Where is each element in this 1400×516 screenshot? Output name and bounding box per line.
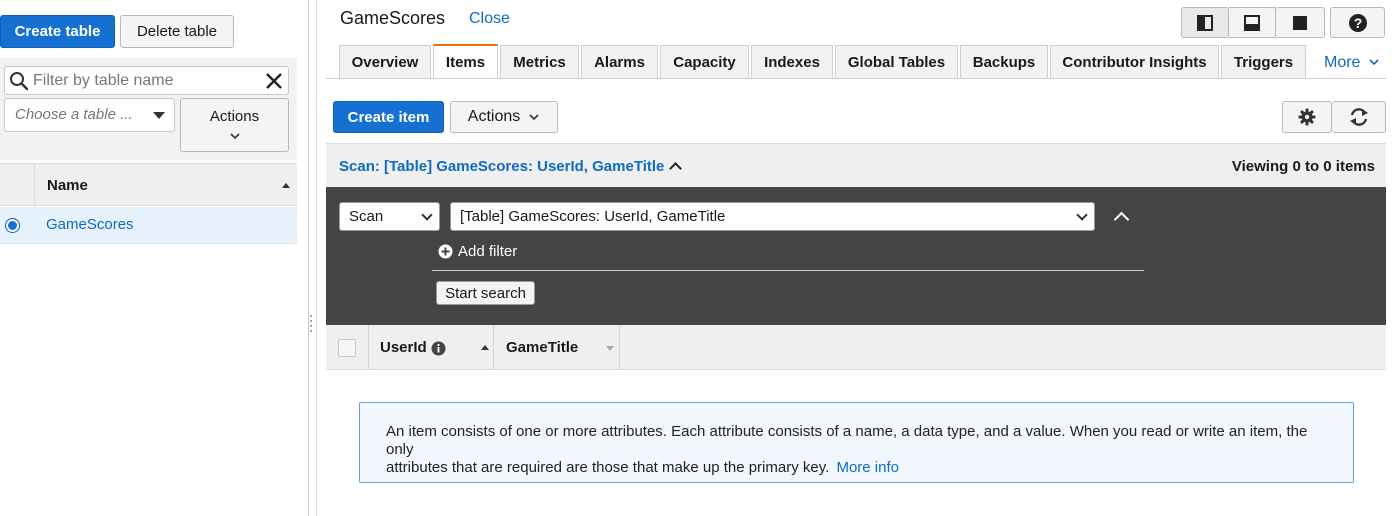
item-actions-button[interactable]: Actions bbox=[450, 101, 558, 133]
chevron-down-icon bbox=[1369, 59, 1379, 66]
tab-triggers[interactable]: Triggers bbox=[1221, 45, 1306, 78]
start-search-button[interactable]: Start search bbox=[436, 281, 535, 305]
panel-divider-shadow bbox=[316, 0, 317, 516]
row-radio[interactable] bbox=[5, 218, 20, 233]
info-text-line1: An item consists of one or more attribut… bbox=[386, 423, 1308, 458]
plus-circle-icon bbox=[438, 244, 453, 259]
tab-alarms[interactable]: Alarms bbox=[581, 45, 658, 78]
scan-panel: Scan [Table] GameScores: UserId, GameTit… bbox=[326, 187, 1386, 325]
table-row[interactable]: GameScores bbox=[0, 207, 297, 244]
tab-baseline bbox=[326, 78, 1386, 79]
search-icon bbox=[10, 72, 29, 91]
gametitle-column-header[interactable]: GameTitle bbox=[506, 339, 578, 356]
add-filter-label: Add filter bbox=[458, 243, 518, 260]
viewing-count: Viewing 0 to 0 items bbox=[1231, 158, 1375, 175]
tab-more-label: More bbox=[1324, 54, 1361, 71]
refresh-button[interactable] bbox=[1332, 101, 1386, 133]
item-actions-label: Actions bbox=[467, 108, 521, 125]
table-select[interactable]: Choose a table ... bbox=[4, 98, 175, 132]
table-list-header: Name bbox=[0, 163, 297, 206]
table-actions-label: Actions bbox=[209, 107, 260, 125]
userid-column-header[interactable]: UserId bbox=[380, 339, 427, 356]
sort-descending-icon[interactable] bbox=[605, 345, 615, 351]
help-icon: ? bbox=[1348, 13, 1367, 32]
scan-target-select[interactable]: [Table] GameScores: UserId, GameTitle bbox=[450, 202, 1095, 231]
sort-ascending-icon[interactable] bbox=[480, 344, 490, 350]
create-item-button[interactable]: Create item bbox=[333, 101, 444, 133]
chevron-down-icon bbox=[229, 132, 240, 139]
scan-summary-bar[interactable]: Scan: [Table] GameScores: UserId, GameTi… bbox=[326, 143, 1386, 187]
scan-summary[interactable]: Scan: [Table] GameScores: UserId, GameTi… bbox=[339, 158, 664, 175]
info-alert: An item consists of one or more attribut… bbox=[359, 402, 1354, 483]
tab-global-tables[interactable]: Global Tables bbox=[835, 45, 958, 78]
tab-contributor-insights[interactable]: Contributor Insights bbox=[1050, 45, 1219, 78]
tab-overview[interactable]: Overview bbox=[339, 45, 431, 78]
info-icon[interactable] bbox=[431, 341, 446, 356]
chevron-up-icon[interactable] bbox=[669, 162, 682, 175]
scan-mode-select[interactable]: Scan bbox=[339, 202, 440, 231]
create-table-button[interactable]: Create table bbox=[0, 15, 115, 48]
full-panel-icon bbox=[1293, 15, 1307, 30]
page-title: GameScores bbox=[340, 8, 446, 28]
table-select-placeholder: Choose a table ... bbox=[15, 106, 133, 123]
scan-mode-value: Scan bbox=[349, 208, 384, 225]
chevron-down-icon bbox=[1076, 209, 1088, 221]
chevron-down-icon bbox=[529, 114, 539, 121]
select-all-checkbox[interactable] bbox=[338, 339, 356, 357]
more-info-link[interactable]: More info bbox=[836, 459, 899, 476]
close-link[interactable]: Close bbox=[469, 10, 510, 28]
split-vertical-button[interactable] bbox=[1181, 7, 1229, 38]
split-horizontal-icon bbox=[1244, 14, 1260, 31]
filter-separator bbox=[432, 270, 1144, 271]
refresh-icon bbox=[1349, 108, 1368, 126]
table-filter[interactable] bbox=[4, 66, 289, 95]
tab-backups[interactable]: Backups bbox=[960, 45, 1048, 78]
name-column-header[interactable]: Name bbox=[47, 177, 88, 194]
info-text-line2: attributes that are required are those t… bbox=[386, 459, 830, 476]
settings-button[interactable] bbox=[1282, 101, 1332, 133]
collapse-scan-icon[interactable] bbox=[1113, 211, 1130, 228]
tab-more[interactable]: More bbox=[1324, 54, 1380, 72]
table-actions-button[interactable]: Actions bbox=[180, 98, 289, 152]
delete-table-button[interactable]: Delete table bbox=[120, 15, 234, 48]
tab-capacity[interactable]: Capacity bbox=[660, 45, 749, 78]
add-filter-button[interactable]: Add filter bbox=[438, 243, 517, 260]
split-vertical-icon bbox=[1197, 14, 1213, 31]
table-name-link[interactable]: GameScores bbox=[46, 216, 134, 233]
split-horizontal-button[interactable] bbox=[1229, 7, 1276, 38]
full-panel-button[interactable] bbox=[1276, 7, 1325, 38]
sort-ascending-icon[interactable] bbox=[281, 182, 291, 188]
tab-items[interactable]: Items bbox=[433, 44, 498, 78]
filter-input[interactable] bbox=[31, 70, 261, 92]
tab-indexes[interactable]: Indexes bbox=[751, 45, 833, 78]
scan-target-value: [Table] GameScores: UserId, GameTitle bbox=[460, 208, 726, 225]
tab-metrics[interactable]: Metrics bbox=[500, 45, 579, 78]
svg-text:?: ? bbox=[1353, 15, 1362, 31]
items-grid-header: UserId GameTitle bbox=[326, 325, 1386, 370]
panel-divider bbox=[308, 0, 309, 516]
gear-icon bbox=[1298, 108, 1316, 126]
caret-down-icon bbox=[153, 112, 165, 119]
help-button[interactable]: ? bbox=[1330, 7, 1385, 38]
clear-icon[interactable] bbox=[265, 72, 283, 90]
chevron-down-icon bbox=[421, 209, 433, 221]
